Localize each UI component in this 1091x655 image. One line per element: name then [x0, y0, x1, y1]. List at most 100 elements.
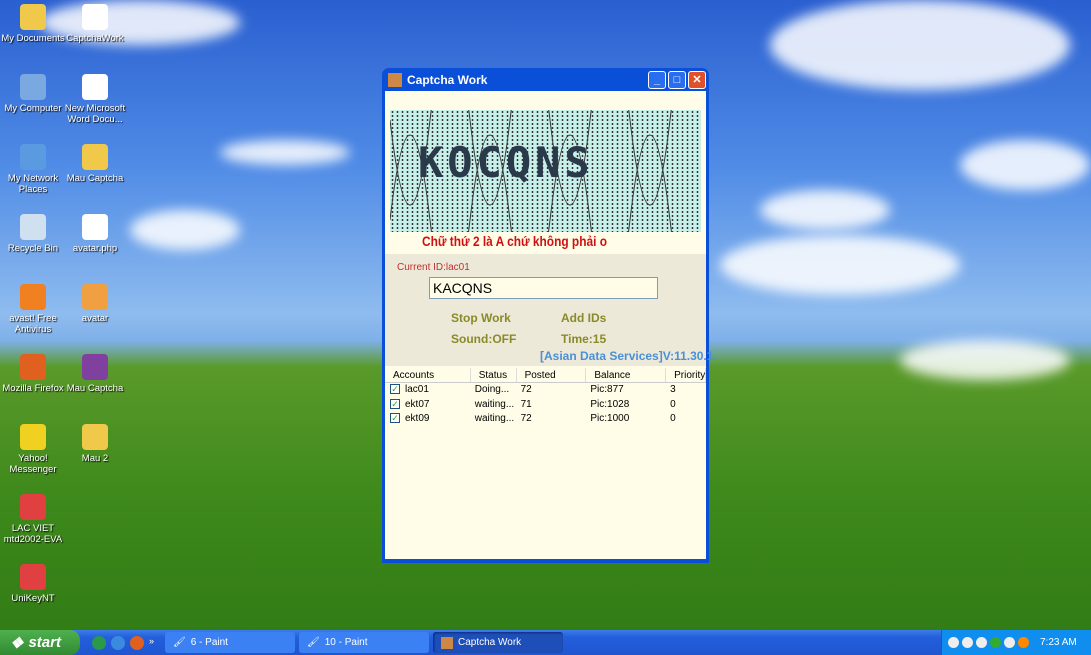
- tray-avast-icon[interactable]: [1018, 637, 1029, 648]
- account-posted: 72: [520, 413, 532, 424]
- account-checkbox[interactable]: ✓: [390, 384, 400, 395]
- desktop-icon-label: avast! Free Antivirus: [9, 313, 57, 335]
- start-label: start: [28, 634, 61, 651]
- captcha-input[interactable]: KACQNS: [429, 277, 658, 299]
- column-header-priority[interactable]: Priority: [666, 368, 706, 382]
- sound-toggle[interactable]: Sound:OFF: [451, 332, 516, 346]
- desktop-icon[interactable]: avatar.php: [62, 214, 128, 254]
- tray-expand-icon[interactable]: [948, 637, 959, 648]
- tray-app-icon[interactable]: [962, 637, 973, 648]
- account-balance: Pic:1000: [590, 413, 630, 424]
- paint-icon: 🖌: [307, 637, 320, 648]
- account-priority: 3: [670, 384, 676, 395]
- time-label: Time:15: [561, 332, 607, 346]
- desktop-icon-label: LAC VIET mtd2002-EVA: [3, 523, 63, 545]
- column-header-posted[interactable]: Posted: [517, 368, 587, 382]
- desktop-icon-label: Mau 2: [81, 453, 109, 464]
- unikey-icon: [20, 564, 46, 590]
- column-header-accounts[interactable]: Accounts: [385, 368, 471, 382]
- account-name: ekt07: [405, 398, 430, 410]
- firefox-icon: [20, 354, 46, 380]
- word-document-icon: [82, 74, 108, 100]
- brand-version-label: [Asian Data Services]V:11.30.1.: [540, 349, 717, 363]
- desktop-icon[interactable]: My Network Places: [0, 144, 66, 195]
- account-priority: 0: [670, 413, 676, 424]
- desktop-icon-label: Yahoo! Messenger: [9, 453, 57, 475]
- account-row[interactable]: ✓ ekt09 waiting... 72 Pic:1000 0: [385, 412, 706, 427]
- desktop-icon[interactable]: Mau Captcha: [62, 354, 128, 394]
- captcha-text: KOCQNS: [418, 138, 594, 187]
- desktop-icon-label: New Microsoft Word Docu...: [64, 103, 126, 125]
- desktop-icon[interactable]: New Microsoft Word Docu...: [62, 74, 128, 125]
- task-label: Captcha Work: [458, 637, 522, 648]
- account-row[interactable]: ✓ ekt07 waiting... 71 Pic:1028 0: [385, 398, 706, 413]
- winrar-icon: [82, 354, 108, 380]
- desktop-icon[interactable]: My Computer: [0, 74, 66, 114]
- start-button[interactable]: ❖ start: [0, 630, 80, 655]
- desktop-icon-label: UniKeyNT: [11, 593, 55, 604]
- desktop-icon[interactable]: CaptchaWork: [62, 4, 128, 44]
- captcha-image: KOCQNS: [390, 110, 701, 232]
- avast-icon: [20, 284, 46, 310]
- account-checkbox[interactable]: ✓: [390, 398, 400, 409]
- internet-explorer-icon[interactable]: [111, 635, 125, 650]
- title-bar[interactable]: Captcha Work _ □ ✕: [385, 68, 706, 91]
- column-header-balance[interactable]: Balance: [586, 368, 667, 382]
- stop-work-button[interactable]: Stop Work: [451, 311, 511, 325]
- desktop-icon-label: Mau Captcha: [66, 173, 124, 184]
- taskbar-item-10-paint[interactable]: 🖌 10 - Paint: [299, 632, 429, 653]
- desktop-icon-label: avatar.php: [72, 243, 118, 254]
- tray-messenger-icon[interactable]: [976, 637, 987, 648]
- account-status: Doing...: [474, 384, 510, 395]
- image-file-icon: [82, 284, 108, 310]
- lacviet-icon: [20, 494, 46, 520]
- account-balance: Pic:1028: [590, 398, 630, 410]
- desktop-icon[interactable]: Mau Captcha: [62, 144, 128, 184]
- tray-network-icon[interactable]: [990, 637, 1001, 648]
- desktop-icon[interactable]: LAC VIET mtd2002-EVA: [0, 494, 66, 545]
- desktop-icon[interactable]: Recycle Bin: [0, 214, 66, 254]
- desktop-icon[interactable]: UniKeyNT: [0, 564, 66, 604]
- desktop-icon[interactable]: Yahoo! Messenger: [0, 424, 66, 475]
- desktop-icon[interactable]: Mau 2: [62, 424, 128, 464]
- quick-launch: »: [92, 635, 157, 650]
- desktop-icon-label: avatar: [81, 313, 109, 324]
- desktop-icon[interactable]: avast! Free Antivirus: [0, 284, 66, 335]
- account-name: lac01: [405, 384, 429, 395]
- desktop-icon-label: My Computer: [4, 103, 62, 114]
- task-label: 6 - Paint: [190, 637, 228, 648]
- clock[interactable]: 7:23 AM: [1040, 637, 1077, 648]
- app-icon: [441, 636, 453, 649]
- add-ids-button[interactable]: Add IDs: [561, 311, 606, 325]
- desktop-icon-label: CaptchaWork: [66, 33, 124, 44]
- yahoo-messenger-icon: [20, 424, 46, 450]
- php-file-icon: [82, 214, 108, 240]
- folder-icon: [82, 424, 108, 450]
- firefox-icon[interactable]: [130, 635, 144, 650]
- taskbar: ❖ start » 🖌 6 - Paint 🖌 10 - Paint Captcha …: [0, 630, 1091, 655]
- desktop-icon[interactable]: Mozilla Firefox: [0, 354, 66, 394]
- close-button[interactable]: ✕: [688, 70, 706, 89]
- account-name: ekt09: [405, 413, 430, 424]
- desktop-icon[interactable]: avatar: [62, 284, 128, 324]
- folder-icon: [82, 144, 108, 170]
- account-posted: 72: [520, 384, 532, 395]
- maximize-button[interactable]: □: [668, 70, 686, 89]
- folder-documents-icon: [20, 4, 46, 30]
- tray-volume-icon[interactable]: [1004, 637, 1015, 648]
- desktop-icon[interactable]: My Documents: [0, 4, 66, 44]
- account-row[interactable]: ✓ lac01 Doing... 72 Pic:877 3: [385, 383, 706, 398]
- minimize-button[interactable]: _: [648, 70, 666, 89]
- desktop-icon-label: Mozilla Firefox: [2, 383, 64, 394]
- show-desktop-icon[interactable]: [92, 635, 106, 650]
- task-label: 10 - Paint: [324, 637, 368, 648]
- chevron-icon[interactable]: »: [149, 636, 157, 650]
- window-title: Captcha Work: [407, 72, 488, 87]
- app-icon: [388, 72, 402, 87]
- taskbar-item-captcha-work[interactable]: Captcha Work: [433, 632, 563, 653]
- desktop-icon-label: My Network Places: [7, 173, 59, 195]
- account-checkbox[interactable]: ✓: [390, 413, 400, 424]
- taskbar-item-6-paint[interactable]: 🖌 6 - Paint: [165, 632, 295, 653]
- system-tray: 7:23 AM: [941, 630, 1091, 655]
- column-header-status[interactable]: Status: [471, 368, 517, 382]
